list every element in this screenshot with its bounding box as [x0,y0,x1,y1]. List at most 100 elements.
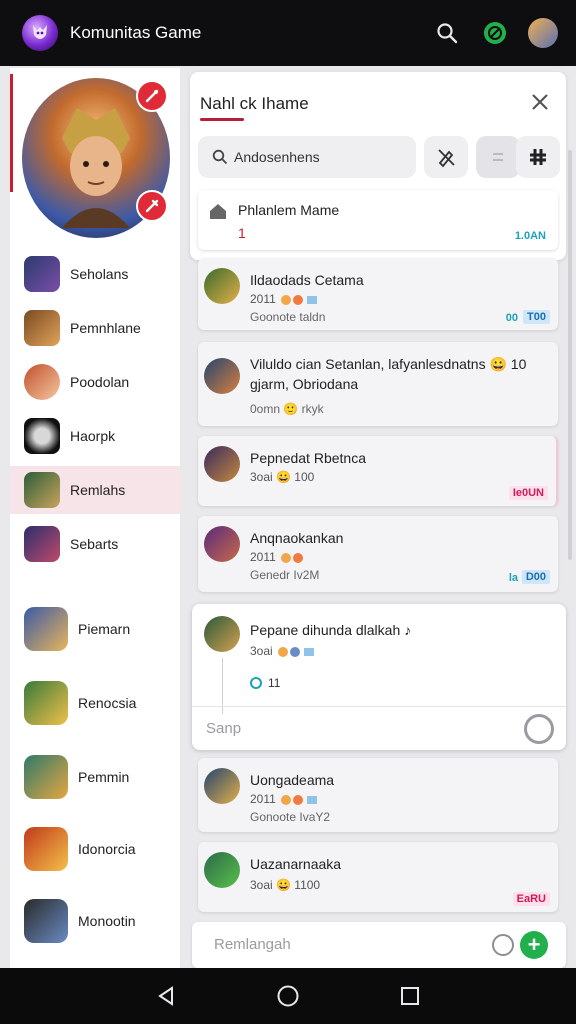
compose-placeholder: Remlangah [214,936,291,953]
thread-card[interactable]: Uongadeama 2011 Gonoote IvaY2 [198,758,558,832]
sidebar-item-label: Sebarts [70,536,119,552]
sidebar-item[interactable]: Renocsia [10,678,180,728]
back-icon[interactable] [152,982,180,1010]
card-meta-text: 2011 [250,550,276,564]
reply-placeholder: Sanp [206,720,242,737]
expanded-meta-text: 3oai [250,644,273,658]
swap-button[interactable] [476,136,520,178]
tool-badge-icon[interactable] [136,190,168,222]
sidebar-item[interactable]: Pemnhlane [10,306,180,350]
recents-icon[interactable] [396,982,424,1010]
app-logo-icon [22,15,58,51]
thread-card[interactable]: Uazanarnaaka 3oai 😀 1100 EaRU [198,842,558,912]
card-avatar [204,616,240,652]
game-avatar [24,681,68,725]
sidebar-item-active[interactable]: Remlahs [10,466,180,514]
chat-bubble-icon[interactable] [480,18,510,48]
sidebar-item-label: Monootin [78,913,136,929]
sidebar-item-label: Haorpk [70,428,116,444]
pinned-tag: 1.0AN [514,230,546,242]
search-icon [212,149,228,165]
search-input[interactable]: Andosenhens [198,136,416,178]
sidebar-item[interactable]: Monootin [10,896,180,946]
reaction-icon [250,677,262,689]
sidebar-item[interactable]: Pemmin [10,752,180,802]
sidebar-item[interactable]: Sebarts [10,522,180,566]
add-icon[interactable]: + [520,931,548,959]
card-prefix: 00 [505,312,518,324]
card-sub: Genedr Iv2M [250,568,320,582]
search-icon[interactable] [432,18,462,48]
thread-card[interactable]: Anqnaokankan 2011 Genedr Iv2M la D00 [198,516,558,592]
game-avatar [24,310,60,346]
thread-card[interactable]: Ildaodads Cetama 2011 Goonote taldn 00 T… [198,258,558,330]
card-sub: 0omn 🙂 rkyk [250,402,324,416]
expanded-meta: 3oai [250,644,315,658]
card-avatar [204,446,240,482]
card-title: Anqnaokankan [250,530,344,546]
pinned-item[interactable]: Phlanlem Mame 1 1.0AN [198,190,558,250]
send-icon[interactable] [524,714,554,744]
card-meta: 2011 [250,792,318,806]
card-meta-text: 2011 [250,792,276,806]
thread-card[interactable]: Pepnedat Rbetnca 3oai 😀 100 Ie0UN [198,436,558,506]
swap-icon [493,153,503,161]
expanded-thread[interactable]: Pepane dihunda dlalkah ♪ 3oai 11 Sanp [192,604,566,750]
dialog-header: Nahl ck Ihame Andosenhens Phlanlem Mame … [190,72,566,260]
system-nav-bar [0,968,576,1024]
game-avatar [24,418,60,454]
card-avatar [204,358,240,394]
card-avatar [204,768,240,804]
sidebar-item-label: Pemmin [78,769,130,785]
pinned-number: 1 [238,225,246,241]
game-avatar [24,256,60,292]
card-meta-text: 2011 [250,292,276,306]
game-avatar [24,472,60,508]
compose-input[interactable]: Remlangah + [192,922,566,968]
card-tag: EaRU [512,892,550,906]
grid-icon [530,149,546,165]
card-meta: 2011 [250,292,318,306]
sidebar-item-label: Piemarn [78,621,131,637]
card-title: Pepnedat Rbetnca [250,450,366,466]
card-avatar [204,526,240,562]
grid-button[interactable] [516,136,560,178]
search-text: Andosenhens [234,149,320,165]
user-avatar[interactable] [528,18,558,48]
card-title: Uazanarnaaka [250,856,342,872]
card-avatar [204,268,240,304]
sidebar-item[interactable]: Haorpk [10,414,180,458]
sidebar-item[interactable]: Seholans [10,252,180,296]
app-title: Komunitas Game [70,23,202,42]
title-underline [200,118,244,121]
card-tag: Ie0UN [508,486,548,500]
game-avatar [24,526,60,562]
card-title: Ildaodads Cetama [250,272,364,288]
sidebar-item-label: Remlahs [70,482,126,498]
sidebar-item[interactable]: Piemarn [10,604,180,654]
emoji-icon[interactable] [492,934,514,956]
card-tag: D00 [521,570,550,584]
reaction-count: 11 [268,676,281,690]
pencil-slash-button[interactable] [424,136,468,178]
game-avatar [24,607,68,651]
edit-badge-icon[interactable] [136,80,168,112]
close-icon[interactable] [528,90,552,114]
main-panel: Nahl ck Ihame Andosenhens Phlanlem Mame … [186,68,570,968]
card-avatar [204,852,240,888]
sidebar-item-label: Seholans [70,266,129,282]
card-title: Viluldo cian Setanlan, lafyanlesdnatns 😀… [250,356,527,392]
card-sub: Gonoote IvaY2 [250,810,331,824]
sidebar-item[interactable]: Idonorcia [10,824,180,874]
card-meta: 2011 [250,550,304,564]
scrollbar[interactable] [568,150,572,560]
sidebar-item-label: Pemnhlane [70,320,141,336]
home-circle-icon[interactable] [274,982,302,1010]
game-avatar [24,827,68,871]
sidebar-item[interactable]: Poodolan [10,360,180,404]
reaction[interactable]: 11 [250,676,280,690]
thread-card[interactable]: Viluldo cian Setanlan, lafyanlesdnatns 😀… [198,342,558,426]
sidebar-accent-bar [10,74,13,192]
reply-input[interactable]: Sanp [192,706,566,750]
top-app-bar: Komunitas Game [0,0,576,66]
